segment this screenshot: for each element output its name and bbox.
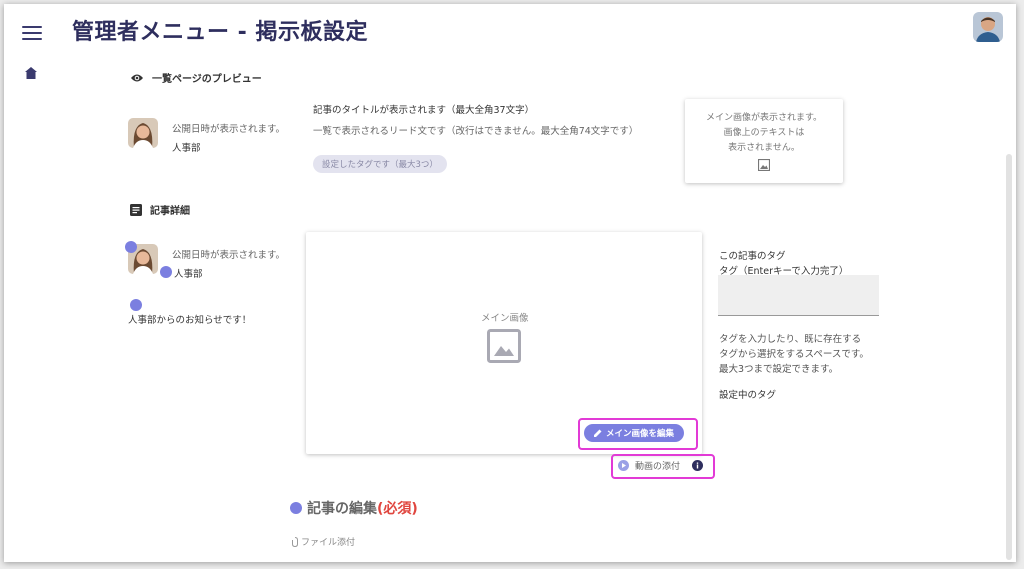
detail-department: 人事部: [174, 269, 203, 280]
tag-help-line: 最大3つまで設定できます。: [719, 364, 839, 375]
file-attach-button[interactable]: ファイル添付: [292, 535, 355, 548]
tag-help-line: タグから選択をするスペースです。: [719, 349, 869, 360]
image-placeholder-icon: [487, 329, 521, 363]
edit-department-pencil-icon[interactable]: [160, 266, 172, 278]
edit-section-header: 記事の編集(必須): [290, 498, 418, 518]
edit-avatar-pencil-icon[interactable]: [125, 241, 137, 253]
pencil-icon: [594, 429, 602, 437]
page-title: 管理者メニュー - 掲示板設定: [72, 20, 368, 45]
eye-icon: [131, 74, 143, 81]
menu-icon[interactable]: [22, 26, 42, 40]
edit-heading: 記事の編集(必須): [307, 498, 418, 518]
file-attach-label: ファイル添付: [301, 538, 356, 548]
current-tags-label: 設定中のタグ: [719, 390, 777, 401]
tag-help-line: タグを入力したり、既に存在する: [719, 334, 862, 345]
image-icon: [757, 158, 771, 172]
author-avatar: [128, 118, 158, 148]
home-icon[interactable]: [24, 66, 38, 80]
main-image-label: メイン画像: [481, 313, 529, 324]
detail-publish-date: 公開日時が表示されます。: [172, 250, 286, 261]
preview-lead-text: 一覧で表示されるリード文です（改行はできません。最大全角74文字です）: [313, 126, 639, 137]
video-attach-label: 動画の添付: [635, 462, 681, 472]
image-card-line: メイン画像が表示されます。: [705, 113, 823, 123]
video-attach-button[interactable]: 動画の添付: [618, 459, 704, 472]
detail-section-title: 記事詳細: [150, 206, 190, 217]
preview-tag-pill: 設定したタグです（最大3つ）: [313, 155, 447, 173]
edit-pencil-icon: [290, 502, 302, 514]
user-avatar[interactable]: [973, 12, 1003, 42]
preview-publish-date: 公開日時が表示されます。: [172, 124, 286, 135]
article-icon: [130, 203, 142, 216]
preview-department: 人事部: [172, 143, 201, 154]
scrollbar[interactable]: [1006, 154, 1012, 560]
tags-title: この記事のタグ: [719, 251, 786, 262]
tag-help-text: タグを入力したり、既に存在する タグから選択をするスペースです。 最大3つまで設…: [719, 332, 869, 377]
play-icon: [618, 460, 629, 471]
required-label: (必須): [377, 501, 418, 517]
paperclip-icon: [292, 536, 298, 547]
detail-section-header: 記事詳細: [130, 202, 190, 217]
tag-input[interactable]: [718, 275, 879, 316]
image-card-line: 画像上のテキストは: [723, 128, 805, 138]
preview-section-header: 一覧ページのプレビュー: [130, 70, 262, 85]
edit-heading-text: 記事の編集: [307, 501, 377, 517]
image-card-line: 表示されません。: [728, 143, 800, 153]
edit-notice-pencil-icon[interactable]: [130, 299, 142, 311]
info-icon[interactable]: [692, 460, 704, 471]
edit-main-image-button[interactable]: メイン画像を編集: [584, 424, 685, 442]
preview-image-card: メイン画像が表示されます。 画像上のテキストは 表示されません。: [685, 99, 843, 183]
preview-section-title: 一覧ページのプレビュー: [152, 74, 262, 85]
detail-notice: 人事部からのお知らせです！: [128, 315, 252, 326]
edit-main-image-label: メイン画像を編集: [606, 429, 675, 439]
app-window: 管理者メニュー - 掲示板設定 一覧ページのプレビュー 公開日時が表示されます。…: [4, 4, 1016, 562]
preview-article-title: 記事のタイトルが表示されます（最大全角37文字）: [313, 105, 535, 116]
